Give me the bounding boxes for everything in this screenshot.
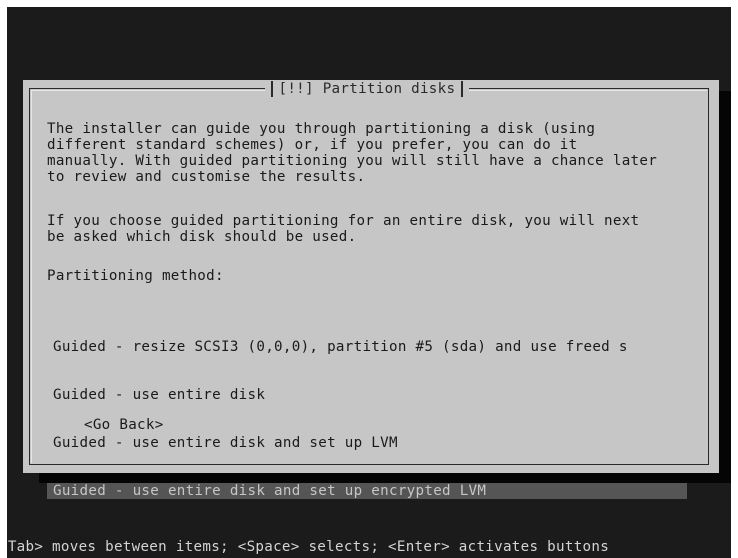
guided-info-text: If you choose guided partitioning for an… (47, 213, 640, 245)
help-footer-text: <Tab> moves between items; <Space> selec… (7, 539, 610, 555)
partition-disks-dialog: [!!] Partition disks The installer can g… (23, 80, 719, 547)
dialog-title: [!!] Partition disks (278, 81, 456, 97)
help-footer: <Tab> moves between items; <Space> selec… (7, 536, 731, 558)
option-guided-entire-disk-lvm[interactable]: Guided - use entire disk and set up LVM (47, 435, 687, 451)
partitioning-method-label: Partitioning method: (47, 268, 224, 284)
title-left-tick (271, 81, 273, 97)
intro-text: The installer can guide you through part… (47, 121, 658, 185)
option-guided-resize[interactable]: Guided - resize SCSI3 (0,0,0), partition… (47, 339, 687, 355)
option-guided-entire-disk[interactable]: Guided - use entire disk (47, 387, 687, 403)
dialog-title-bar: [!!] Partition disks (265, 80, 469, 98)
option-guided-encrypted-lvm[interactable]: Guided - use entire disk and set up encr… (47, 483, 687, 499)
title-right-tick (461, 81, 463, 97)
go-back-button[interactable]: <Go Back> (84, 417, 164, 433)
installer-screen: [!!] Partition disks The installer can g… (7, 7, 731, 558)
